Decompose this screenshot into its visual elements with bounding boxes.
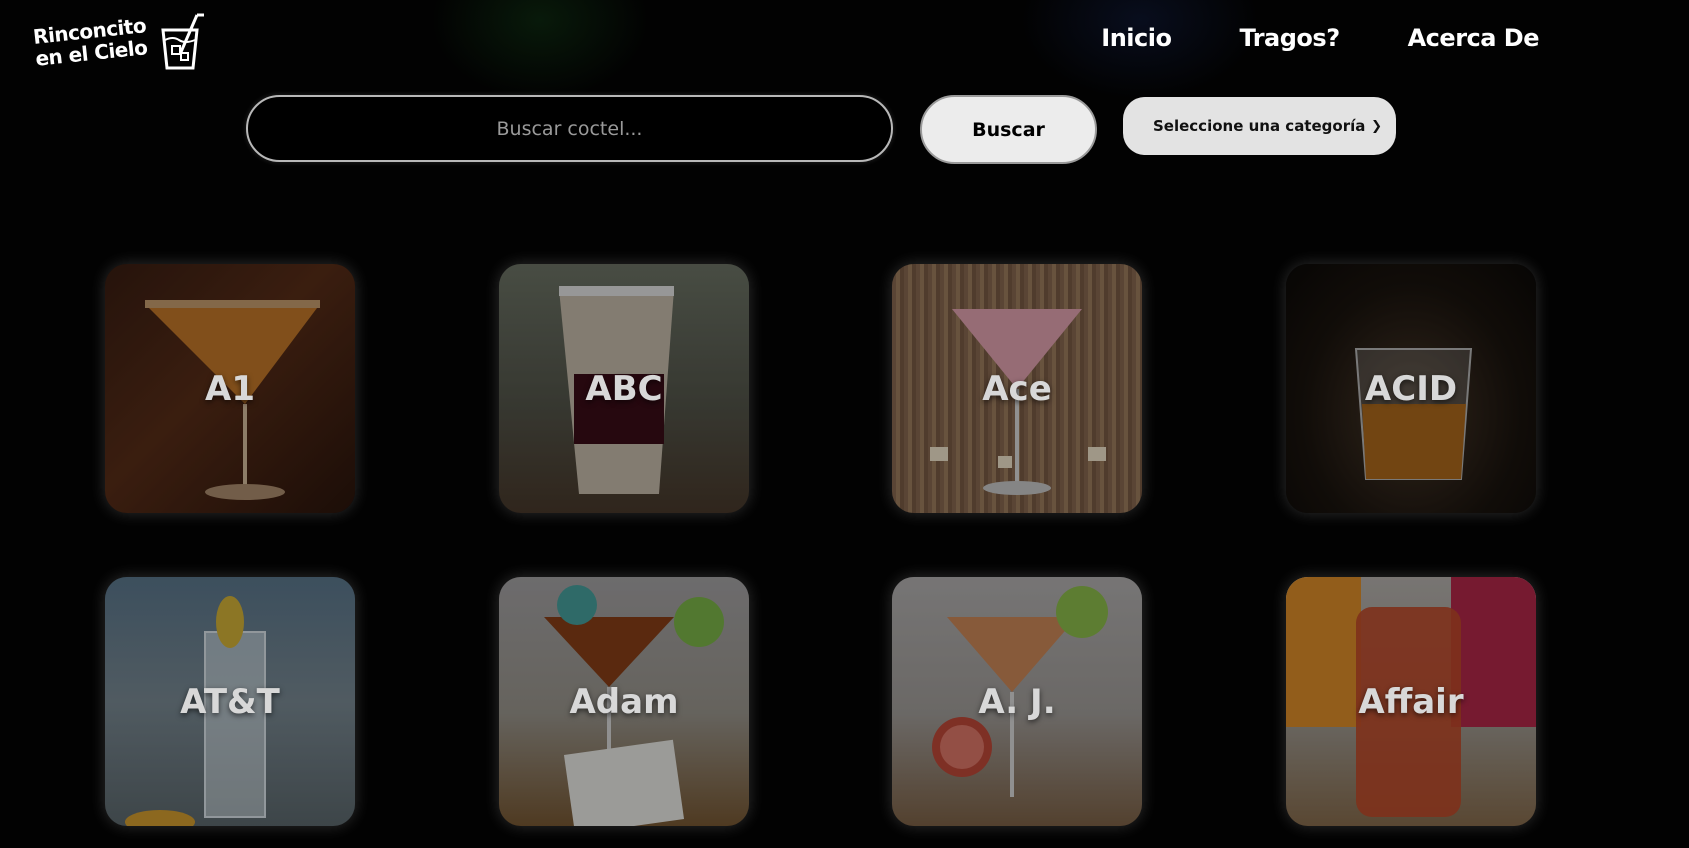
cocktail-card-att[interactable]: AT&T bbox=[105, 577, 355, 826]
cocktail-card-aj[interactable]: A. J. bbox=[892, 577, 1142, 826]
drink-glass-icon bbox=[161, 13, 205, 70]
cocktail-name: AT&T bbox=[180, 681, 280, 722]
nav-tragos[interactable]: Tragos? bbox=[1239, 24, 1340, 52]
brand-name: Rinconcito en el Cielo bbox=[31, 13, 149, 71]
cocktail-name: A. J. bbox=[978, 681, 1056, 722]
search-button[interactable]: Buscar bbox=[920, 95, 1097, 164]
nav-inicio[interactable]: Inicio bbox=[1101, 24, 1172, 52]
main-nav: Inicio Tragos? Acerca De bbox=[1101, 24, 1539, 52]
category-select[interactable]: Seleccione una categoría ❯ bbox=[1123, 97, 1396, 155]
cocktail-name: Affair bbox=[1358, 681, 1464, 722]
cocktail-card-a1[interactable]: A1 bbox=[105, 264, 355, 513]
brand-logo[interactable]: Rinconcito en el Cielo bbox=[31, 12, 205, 72]
cocktail-card-acid[interactable]: ACID bbox=[1286, 264, 1536, 513]
cocktail-card-abc[interactable]: ABC bbox=[499, 264, 749, 513]
cocktail-name: A1 bbox=[205, 368, 255, 409]
cocktail-name: Ace bbox=[982, 368, 1052, 409]
chevron-down-icon: ❯ bbox=[1371, 118, 1382, 134]
cocktail-card-adam[interactable]: Adam bbox=[499, 577, 749, 826]
cocktail-card-affair[interactable]: Affair bbox=[1286, 577, 1536, 826]
cocktail-name: ABC bbox=[585, 368, 663, 409]
category-selected-label: Seleccione una categoría bbox=[1153, 117, 1366, 135]
search-input[interactable] bbox=[246, 95, 893, 162]
cocktail-card-ace[interactable]: Ace bbox=[892, 264, 1142, 513]
cocktail-name: Adam bbox=[569, 681, 679, 722]
nav-acerca-de[interactable]: Acerca De bbox=[1408, 24, 1540, 52]
cocktail-name: ACID bbox=[1364, 368, 1458, 409]
